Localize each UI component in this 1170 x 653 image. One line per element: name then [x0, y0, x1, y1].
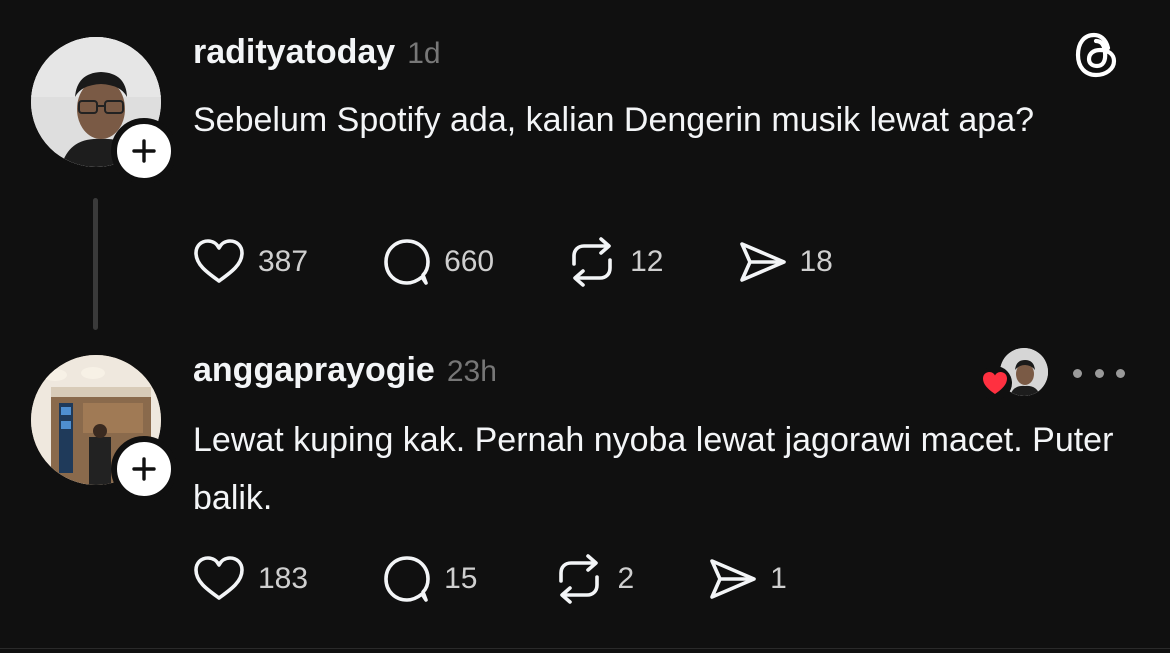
post-timestamp: 23h: [446, 355, 497, 388]
like-count: 183: [258, 562, 309, 595]
share-count: 1: [770, 562, 787, 595]
thread-post: radityatoday 1d Sebelum Spotify ada, kal…: [0, 0, 1170, 330]
ellipsis-icon: [1073, 368, 1082, 378]
heart-icon: [978, 366, 1012, 400]
post-text: Lewat kuping kak. Pernah nyoba lewat jag…: [193, 421, 1114, 517]
send-icon: [739, 242, 786, 282]
repost-icon: [559, 554, 600, 604]
reply-bubble-icon: [384, 556, 430, 602]
repost-count: 12: [630, 245, 664, 278]
liked-by-author-indicator: [978, 348, 1050, 402]
heart-icon: [194, 556, 244, 600]
like-button[interactable]: 183: [192, 555, 308, 603]
post-actions: 183 15 2 1: [192, 553, 787, 605]
send-icon: [710, 559, 756, 599]
plus-icon: [132, 457, 156, 481]
post-header: radityatoday 1d: [193, 33, 441, 72]
share-button[interactable]: 1: [708, 557, 787, 601]
heart-icon: [194, 239, 244, 283]
username[interactable]: radityatoday: [193, 33, 395, 72]
post-text: Sebelum Spotify ada, kalian Dengerin mus…: [193, 101, 1035, 139]
divider: [0, 648, 1170, 649]
follow-button[interactable]: [111, 118, 177, 184]
post-timestamp: 1d: [407, 37, 441, 70]
share-button[interactable]: 18: [738, 240, 833, 284]
reply-button[interactable]: 15: [382, 554, 477, 604]
more-options-button[interactable]: [1073, 357, 1125, 389]
username[interactable]: anggaprayogie: [193, 351, 435, 390]
repost-icon: [572, 237, 612, 287]
reply-bubble-icon: [384, 239, 430, 285]
reply-count: 660: [444, 245, 495, 278]
follow-button[interactable]: [111, 436, 177, 502]
like-button[interactable]: 387: [192, 238, 308, 286]
post-header: anggaprayogie 23h: [193, 351, 497, 390]
repost-count: 2: [617, 562, 635, 595]
threads-logo-icon[interactable]: [1070, 28, 1124, 82]
reply-button[interactable]: 660: [382, 237, 494, 287]
repost-button[interactable]: 12: [566, 236, 664, 288]
repost-button[interactable]: 2: [553, 553, 634, 605]
plus-icon: [132, 139, 156, 163]
share-count: 18: [799, 245, 833, 278]
thread-reply: anggaprayogie 23h Lewat kuping kak. Pern…: [0, 330, 1170, 648]
reply-count: 15: [444, 562, 478, 595]
like-count: 387: [258, 245, 309, 278]
post-actions: 387 660 12 18: [192, 236, 833, 288]
thread-connector-line: [93, 198, 98, 330]
